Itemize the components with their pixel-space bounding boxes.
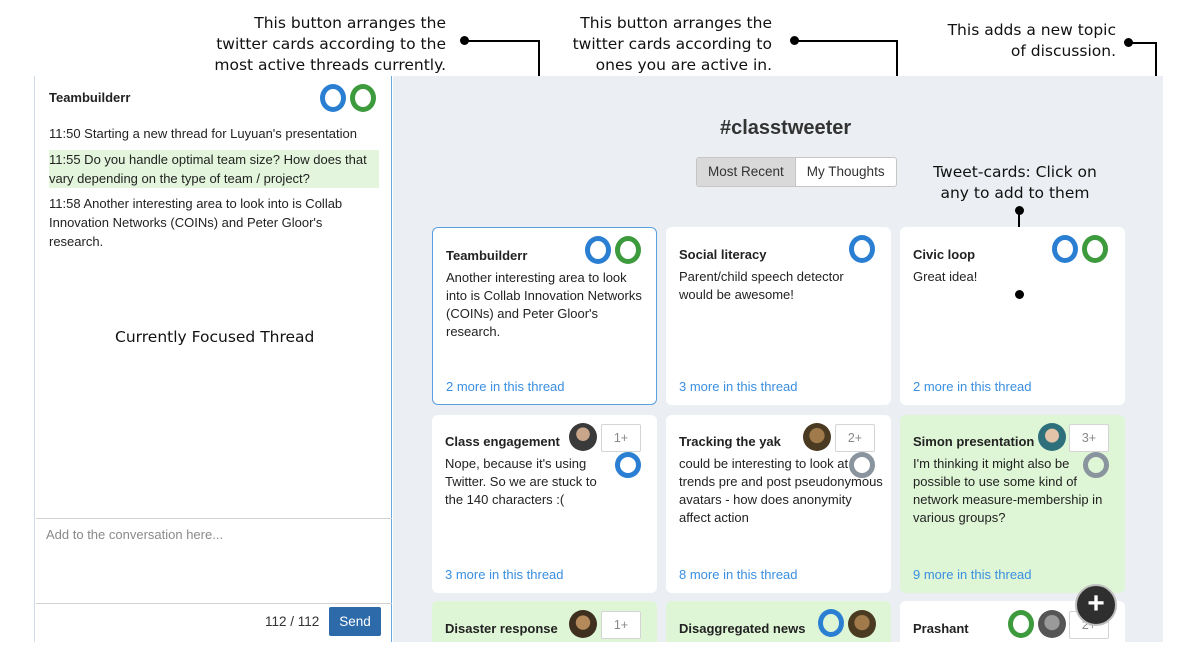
- blue-ring-icon: [1052, 235, 1078, 263]
- card-title: Social literacy: [679, 247, 767, 262]
- avatar: [569, 423, 597, 451]
- participant-count-badge: 1+: [601, 611, 641, 639]
- card-body: Nope, because it's using Twitter. So we …: [445, 456, 597, 507]
- card-body: Great idea!: [913, 269, 978, 284]
- card-title: Simon presentation: [913, 434, 1035, 449]
- my-thoughts-tab[interactable]: My Thoughts: [796, 158, 896, 186]
- card-title: Tracking the yak: [679, 434, 781, 449]
- annotation-dot: [1015, 290, 1024, 299]
- card-title: Teambuilderr: [446, 248, 528, 263]
- avatar: [848, 610, 876, 638]
- annotation-most-active: This button arranges the twitter cards a…: [214, 14, 446, 74]
- annotation-line: [1128, 42, 1157, 44]
- annotation-active-in: This button arranges the twitter cards a…: [572, 14, 772, 74]
- blue-ring-icon: [585, 236, 611, 264]
- card-body: Another interesting area to look into is…: [446, 270, 642, 339]
- conversation-input[interactable]: Add to the conversation here...: [36, 518, 392, 604]
- tweet-card[interactable]: Class engagement 1+ Nope, because it's u…: [432, 415, 657, 593]
- annotation-line: [464, 40, 540, 42]
- green-ring-icon: [615, 236, 641, 264]
- card-title: Prashant: [913, 621, 969, 636]
- add-topic-button[interactable]: +: [1075, 584, 1117, 626]
- most-recent-tab[interactable]: Most Recent: [697, 158, 796, 186]
- thread-more-link[interactable]: 3 more in this thread: [679, 379, 798, 394]
- annotation-line: [794, 40, 898, 42]
- card-title: Disaggregated news: [679, 621, 806, 636]
- participant-count-badge: 2+: [835, 424, 875, 452]
- send-button[interactable]: Send: [329, 607, 381, 636]
- annotation-tweet-cards: Tweet-cards: Click on any to add to them: [933, 163, 1097, 202]
- thread-more-link[interactable]: 9 more in this thread: [913, 567, 1032, 582]
- thread-message: 11:58 Another interesting area to look i…: [49, 196, 343, 249]
- thread-message: 11:50 Starting a new thread for Luyuan's…: [49, 126, 357, 141]
- card-body: Parent/child speech detector would be aw…: [679, 269, 844, 302]
- blue-ring-icon: [849, 235, 875, 263]
- blue-ring-icon: [615, 452, 641, 478]
- tweet-card[interactable]: Civic loop Great idea! 2 more in this th…: [900, 227, 1125, 405]
- sort-toggle: Most Recent My Thoughts: [696, 157, 897, 187]
- tweet-card[interactable]: Disaster response 1+: [432, 601, 657, 642]
- focused-thread-panel: Teambuilderr 11:50 Starting a new thread…: [34, 76, 392, 642]
- avatar: [1038, 423, 1066, 451]
- thread-more-link[interactable]: 2 more in this thread: [446, 379, 565, 394]
- green-ring-icon: [1082, 235, 1108, 263]
- tweet-card[interactable]: Teambuilderr Another interesting area to…: [432, 227, 657, 405]
- thread-message-highlighted: 11:55 Do you handle optimal team size? H…: [49, 150, 379, 188]
- tweet-card[interactable]: Tracking the yak 2+ could be interesting…: [666, 415, 891, 593]
- thread-more-link[interactable]: 3 more in this thread: [445, 567, 564, 582]
- card-title: Class engagement: [445, 434, 560, 449]
- card-title: Civic loop: [913, 247, 976, 262]
- participant-count-badge: 1+: [601, 424, 641, 452]
- card-body: could be interesting to look at trends p…: [679, 456, 883, 525]
- tweet-card[interactable]: Simon presentation 3+ I'm thinking it mi…: [900, 415, 1125, 593]
- annotation-new-topic: This adds a new topic of discussion.: [947, 21, 1116, 60]
- thread-more-link[interactable]: 8 more in this thread: [679, 567, 798, 582]
- tweet-card[interactable]: Social literacy Parent/child speech dete…: [666, 227, 891, 405]
- avatar: [803, 423, 831, 451]
- avatar: [569, 610, 597, 638]
- page-title: #classtweeter: [720, 117, 852, 139]
- blue-ring-icon: [320, 84, 346, 112]
- thread-title: Teambuilderr: [49, 90, 131, 105]
- tweet-card[interactable]: Disaggregated news: [666, 601, 891, 642]
- card-body: I'm thinking it might also be possible t…: [913, 456, 1103, 525]
- participant-count-badge: 3+: [1069, 424, 1109, 452]
- green-ring-icon: [350, 84, 376, 112]
- card-title: Disaster response: [445, 621, 558, 636]
- annotation-focused-thread: Currently Focused Thread: [115, 328, 315, 346]
- avatar: [1038, 610, 1066, 638]
- thread-more-link[interactable]: 2 more in this thread: [913, 379, 1032, 394]
- green-ring-icon: [1008, 610, 1034, 638]
- char-counter: 112 / 112: [265, 614, 320, 629]
- blue-ring-icon: [818, 609, 844, 637]
